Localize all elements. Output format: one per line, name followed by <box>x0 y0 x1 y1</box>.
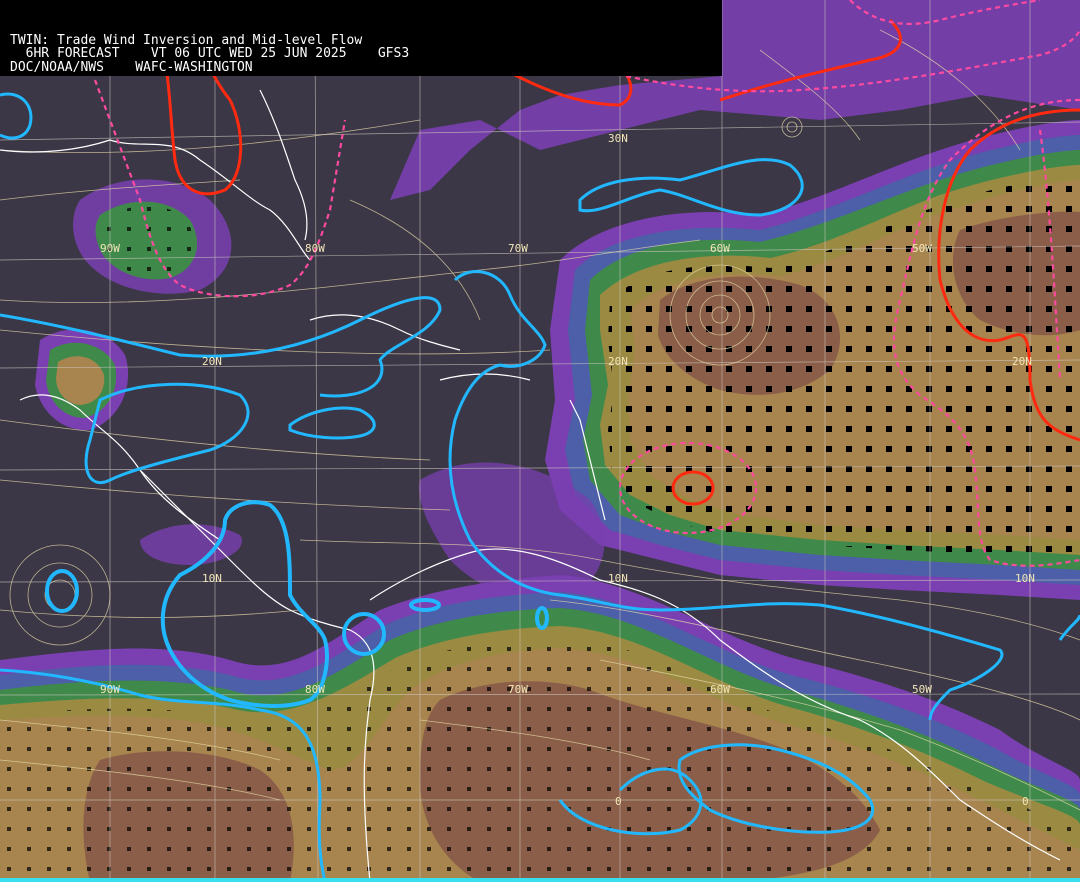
map-header: TWIN: Trade Wind Inversion and Mid-level… <box>0 0 722 76</box>
lon-label-90w-bottom: 90W <box>100 683 120 696</box>
equator-label-a: 0 <box>615 795 622 808</box>
lon-label-70w-top: 70W <box>508 242 528 255</box>
lon-label-80w-top: 80W <box>305 242 325 255</box>
lon-label-60w-bottom: 60W <box>710 683 730 696</box>
bottom-bar <box>0 878 1080 882</box>
lat-label-10n-b: 10N <box>608 572 628 585</box>
lat-label-20n-c: 20N <box>1012 355 1032 368</box>
weather-map: 90W 80W 70W 60W 50W 30N 20N 20N 20N 10N … <box>0 0 1080 882</box>
lat-label-20n-a: 20N <box>202 355 222 368</box>
equator-label-b: 0 <box>1022 795 1029 808</box>
lon-label-90w-top: 90W <box>100 242 120 255</box>
lat-label-20n-b: 20N <box>608 355 628 368</box>
lon-label-50w-bottom: 50W <box>912 683 932 696</box>
lon-label-80w-bottom: 80W <box>305 683 325 696</box>
lon-label-50w-top: 50W <box>912 242 932 255</box>
lat-label-10n-a: 10N <box>202 572 222 585</box>
lat-label-10n-c: 10N <box>1015 572 1035 585</box>
lon-label-70w-bottom: 70W <box>508 683 528 696</box>
header-forecast-time: 6HR FORECAST VT 06 UTC WED 25 JUN 2025 G… <box>10 46 410 61</box>
header-agency: DOC/NOAA/NWS WAFC-WASHINGTON <box>10 60 253 75</box>
lat-label-30n: 30N <box>608 132 628 145</box>
lon-label-60w-top: 60W <box>710 242 730 255</box>
